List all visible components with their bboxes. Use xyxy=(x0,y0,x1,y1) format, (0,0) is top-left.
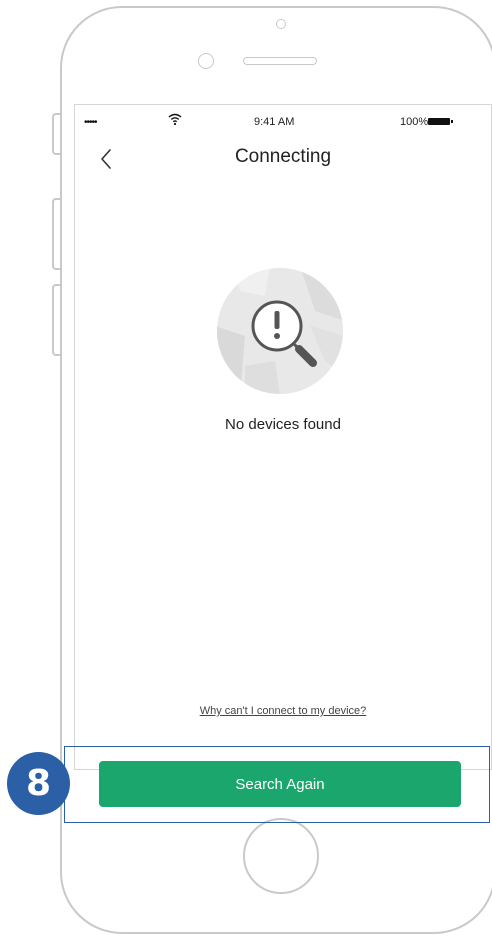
front-camera xyxy=(276,19,286,29)
earpiece-speaker xyxy=(243,57,317,65)
step-number-badge: 8 xyxy=(7,752,70,815)
phone-volume-up-button xyxy=(52,198,60,270)
wifi-icon xyxy=(168,113,182,126)
battery-icon xyxy=(428,118,450,125)
battery-tip xyxy=(451,120,453,123)
mockup-stage: ••••• 9:41 AM 100% Connecting No devices… xyxy=(0,0,492,939)
phone-screen xyxy=(74,104,492,770)
no-devices-message: No devices found xyxy=(225,416,341,433)
home-button[interactable] xyxy=(243,818,319,894)
page-title: Connecting xyxy=(234,146,332,167)
phone-volume-down-button xyxy=(52,284,60,356)
phone-mute-switch xyxy=(52,113,60,155)
connection-help-link[interactable]: Why can't I connect to my device? xyxy=(82,705,484,717)
proximity-sensor xyxy=(198,53,214,69)
search-alert-icon xyxy=(217,268,343,394)
status-bar: ••••• 9:41 AM 100% xyxy=(82,112,484,132)
status-time: 9:41 AM xyxy=(254,116,295,128)
signal-strength-icon: ••••• xyxy=(84,117,97,128)
battery-percentage: 100% xyxy=(400,116,429,128)
navigation-bar: Connecting xyxy=(82,140,484,180)
search-again-button[interactable]: Search Again xyxy=(99,761,461,807)
